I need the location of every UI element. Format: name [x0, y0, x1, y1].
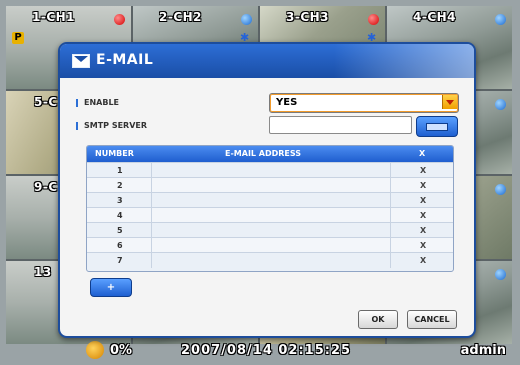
- add-email-button[interactable]: +: [90, 278, 132, 297]
- ok-button[interactable]: OK: [358, 310, 398, 329]
- mail-icon: [72, 54, 90, 68]
- status-dot-icon: [241, 14, 252, 25]
- smtp-server-label: SMTP SERVER: [75, 121, 148, 130]
- row-number: 5: [117, 226, 123, 235]
- row-email-address[interactable]: [151, 208, 391, 223]
- table-row[interactable]: 6 X: [87, 237, 453, 253]
- row-number: 2: [117, 181, 123, 190]
- row-number: 4: [117, 211, 123, 220]
- camera-label: 13: [34, 265, 52, 279]
- status-dot-icon: [495, 269, 506, 280]
- camera-label: 1-CH1: [32, 10, 76, 24]
- dialog-title: E-MAIL: [96, 52, 154, 68]
- current-user: admin: [460, 343, 506, 358]
- status-bar: 0% 2007/08/14 02:15:25 admin: [6, 338, 512, 363]
- row-email-address[interactable]: [151, 178, 391, 193]
- status-dot-icon: [495, 184, 506, 195]
- volume-level: 0%: [110, 343, 133, 358]
- remove-button[interactable]: X: [420, 226, 426, 235]
- enable-label: ENABLE: [75, 98, 120, 107]
- remove-button[interactable]: X: [420, 241, 426, 250]
- header-remove: X: [419, 149, 426, 158]
- camera-label: 4-CH4: [413, 10, 457, 24]
- row-number: 7: [117, 256, 123, 265]
- camera-label: 2-CH2: [159, 10, 203, 24]
- status-dot-icon: [495, 14, 506, 25]
- cancel-button[interactable]: CANCEL: [407, 310, 457, 329]
- chevron-down-icon[interactable]: [442, 95, 457, 109]
- header-email-address: E-MAIL ADDRESS: [225, 149, 302, 158]
- camera-label: 3-CH3: [286, 10, 330, 24]
- table-header: NUMBER E-MAIL ADDRESS X: [87, 146, 453, 162]
- remove-button[interactable]: X: [420, 166, 426, 175]
- row-number: 6: [117, 241, 123, 250]
- smtp-server-input[interactable]: [269, 116, 412, 134]
- camera-label: 5-C: [34, 95, 58, 109]
- table-row[interactable]: 5 X: [87, 222, 453, 238]
- remove-button[interactable]: X: [420, 211, 426, 220]
- table-row[interactable]: 3 X: [87, 192, 453, 208]
- header-number: NUMBER: [95, 149, 134, 158]
- ptz-badge: P: [12, 32, 24, 44]
- status-dot-icon: [495, 99, 506, 110]
- table-row[interactable]: 7 X: [87, 252, 453, 268]
- enable-select-value: YES: [276, 97, 298, 108]
- camera-label: 9-C: [34, 180, 58, 194]
- remove-button[interactable]: X: [420, 256, 426, 265]
- row-email-address[interactable]: [151, 223, 391, 238]
- table-row[interactable]: 2 X: [87, 177, 453, 193]
- email-address-table: NUMBER E-MAIL ADDRESS X 1 X 2 X 3 X 4 X …: [86, 145, 454, 272]
- row-email-address[interactable]: [151, 253, 391, 268]
- enable-select[interactable]: YES: [269, 93, 459, 113]
- table-row[interactable]: 1 X: [87, 162, 453, 178]
- record-dot-icon: [368, 14, 379, 25]
- remove-button[interactable]: X: [420, 181, 426, 190]
- table-row[interactable]: 4 X: [87, 207, 453, 223]
- dialog-header: E-MAIL: [60, 44, 474, 78]
- row-email-address[interactable]: [151, 193, 391, 208]
- row-email-address[interactable]: [151, 238, 391, 253]
- remove-button[interactable]: X: [420, 196, 426, 205]
- date-time: 2007/08/14 02:15:25: [181, 343, 352, 358]
- speaker-icon[interactable]: [86, 341, 104, 359]
- row-email-address[interactable]: [151, 163, 391, 178]
- email-dialog: E-MAIL ENABLE YES SMTP SERVER NUMBER E-M…: [58, 42, 476, 338]
- record-dot-icon: [114, 14, 125, 25]
- keyboard-icon[interactable]: [416, 116, 458, 137]
- row-number: 3: [117, 196, 123, 205]
- row-number: 1: [117, 166, 123, 175]
